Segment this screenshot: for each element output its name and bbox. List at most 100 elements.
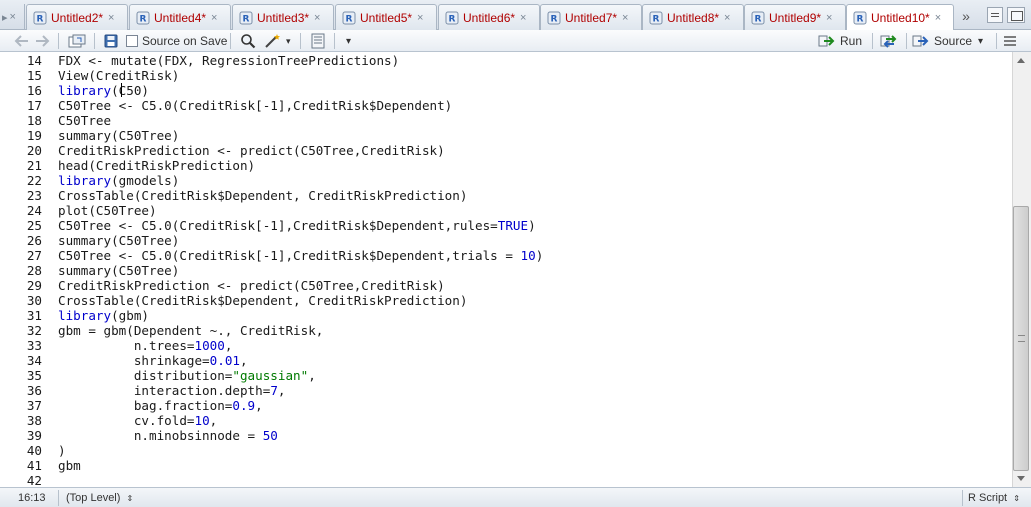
- line-number: 22: [26, 173, 42, 188]
- line-number: 25: [26, 218, 42, 233]
- checkbox-box[interactable]: [126, 35, 138, 47]
- code-line[interactable]: cv.fold=10,: [58, 413, 217, 428]
- code-line[interactable]: C50Tree: [58, 113, 111, 128]
- editor-toolbar: Source on Save ▾ ▾ Run Source ▾: [0, 30, 1031, 52]
- tab-untitled10[interactable]: R Untitled10* ×: [846, 4, 954, 31]
- line-number: 28: [26, 263, 42, 278]
- cursor-position: 16:13: [18, 492, 46, 504]
- code-line[interactable]: gbm: [58, 458, 81, 473]
- source-on-save-checkbox[interactable]: Source on Save: [126, 32, 227, 50]
- forward-button[interactable]: [34, 32, 50, 50]
- code-line[interactable]: plot(C50Tree): [58, 203, 157, 218]
- editor-tab-bar: ▸ × R Untitled2* × R Untitled4* × R Unti…: [0, 0, 1031, 31]
- scope-selector[interactable]: (Top Level) ⇕: [66, 491, 133, 505]
- tab-untitled9[interactable]: R Untitled9* ×: [744, 4, 846, 30]
- find-replace-button[interactable]: [240, 32, 256, 50]
- svg-text:R: R: [857, 15, 864, 25]
- save-button[interactable]: [104, 32, 118, 50]
- source-options-dropdown[interactable]: ▾: [978, 32, 983, 50]
- code-line[interactable]: CreditRiskPrediction <- predict(C50Tree,…: [58, 278, 445, 293]
- code-editor[interactable]: 14 15 16 17 18 19 20 21 22 23 24 25 26 27 28 29 30 31 32 33…: [0, 52, 1012, 487]
- close-icon[interactable]: ×: [724, 12, 730, 24]
- code-line[interactable]: C50Tree <- C5.0(CreditRisk[-1],CreditRis…: [58, 248, 543, 263]
- code-line[interactable]: ): [58, 443, 66, 458]
- line-number: 21: [26, 158, 42, 173]
- filetype-selector[interactable]: R Script ⇕: [968, 491, 1020, 505]
- close-icon[interactable]: ×: [108, 12, 114, 24]
- tab-untitled3[interactable]: R Untitled3* ×: [232, 4, 334, 30]
- code-line[interactable]: summary(C50Tree): [58, 263, 179, 278]
- updown-chevron-icon: ⇕: [1013, 494, 1020, 503]
- code-line[interactable]: gbm = gbm(Dependent ~., CreditRisk,: [58, 323, 323, 338]
- code-line[interactable]: library(C50): [58, 83, 149, 98]
- code-line[interactable]: distribution="gaussian",: [58, 368, 316, 383]
- code-line[interactable]: CreditRiskPrediction <- predict(C50Tree,…: [58, 143, 445, 158]
- code-line[interactable]: library(gbm): [58, 308, 149, 323]
- toolbar-divider: [58, 33, 59, 49]
- line-number: 30: [26, 293, 42, 308]
- toolbar-divider: [334, 33, 335, 49]
- tab-untitled6[interactable]: R Untitled6* ×: [438, 4, 540, 30]
- chevron-down-icon: ▾: [978, 35, 984, 47]
- pane-menu-icon[interactable]: [987, 7, 1003, 23]
- line-number: 17: [26, 98, 42, 113]
- close-icon[interactable]: ×: [10, 11, 16, 23]
- tab-untitled7[interactable]: R Untitled7* ×: [540, 4, 642, 30]
- maximize-pane-icon[interactable]: [1007, 7, 1025, 23]
- source-button[interactable]: Source: [912, 32, 972, 50]
- tab-untitled5[interactable]: R Untitled5* ×: [335, 4, 437, 30]
- code-line[interactable]: n.trees=1000,: [58, 338, 233, 353]
- run-label: Run: [840, 34, 863, 48]
- close-icon[interactable]: ×: [935, 12, 941, 24]
- scroll-down-arrow-icon[interactable]: [1012, 471, 1031, 487]
- tab-untitled2[interactable]: R Untitled2* ×: [26, 4, 128, 30]
- code-line[interactable]: CrossTable(CreditRisk$Dependent, CreditR…: [58, 293, 467, 308]
- line-number: 34: [26, 353, 42, 368]
- tab-untitled8[interactable]: R Untitled8* ×: [642, 4, 744, 30]
- code-line[interactable]: summary(C50Tree): [58, 128, 179, 143]
- close-icon[interactable]: ×: [826, 12, 832, 24]
- close-icon[interactable]: ×: [520, 12, 526, 24]
- code-line[interactable]: bag.fraction=0.9,: [58, 398, 263, 413]
- r-file-icon: R: [33, 11, 47, 24]
- code-line[interactable]: C50Tree <- C5.0(CreditRisk[-1],CreditRis…: [58, 218, 536, 233]
- close-icon[interactable]: ×: [417, 12, 423, 24]
- tab-partial-left[interactable]: ▸ ×: [0, 4, 25, 30]
- line-number: 36: [26, 383, 42, 398]
- search-icon: [241, 34, 256, 49]
- code-line[interactable]: C50Tree <- C5.0(CreditRisk[-1],CreditRis…: [58, 98, 452, 113]
- popout-window-icon: [68, 34, 86, 48]
- code-line[interactable]: head(CreditRiskPrediction): [58, 158, 255, 173]
- close-icon[interactable]: ×: [314, 12, 320, 24]
- code-line[interactable]: summary(C50Tree): [58, 233, 179, 248]
- code-line[interactable]: shrinkage=0.01,: [58, 353, 248, 368]
- chevron-down-icon: ▾: [286, 35, 291, 46]
- tab-overflow-icon[interactable]: »: [955, 6, 977, 26]
- code-line[interactable]: n.minobsinnode = 50: [58, 428, 278, 443]
- close-icon[interactable]: ×: [622, 12, 628, 24]
- r-file-icon: R: [853, 11, 867, 25]
- document-outline-button[interactable]: [1002, 32, 1018, 50]
- rerun-button[interactable]: [880, 32, 900, 50]
- code-line[interactable]: library(gmodels): [58, 173, 179, 188]
- tab-label: Untitled5*: [360, 10, 413, 25]
- run-button[interactable]: Run: [818, 32, 862, 50]
- line-number: 16: [26, 83, 42, 98]
- line-number: 23: [26, 188, 42, 203]
- scroll-up-arrow-icon[interactable]: [1012, 52, 1031, 68]
- code-line[interactable]: interaction.depth=7,: [58, 383, 286, 398]
- tab-label: Untitled7*: [565, 10, 618, 25]
- close-icon[interactable]: ×: [211, 12, 217, 24]
- status-divider: [58, 490, 59, 506]
- code-tools-button[interactable]: ▾: [264, 32, 291, 50]
- code-line[interactable]: CrossTable(CreditRisk$Dependent, CreditR…: [58, 188, 467, 203]
- outline-list-icon: [1004, 36, 1016, 46]
- code-line[interactable]: FDX <- mutate(FDX, RegressionTreePredict…: [58, 53, 399, 68]
- compile-report-button[interactable]: [310, 32, 326, 50]
- more-options-button[interactable]: ▾: [346, 32, 351, 50]
- code-line[interactable]: View(CreditRisk): [58, 68, 179, 83]
- tab-untitled4[interactable]: R Untitled4* ×: [129, 4, 231, 30]
- scrollbar-grip-icon: [1018, 335, 1025, 342]
- back-button[interactable]: [14, 32, 30, 50]
- show-in-window-button[interactable]: [68, 32, 86, 50]
